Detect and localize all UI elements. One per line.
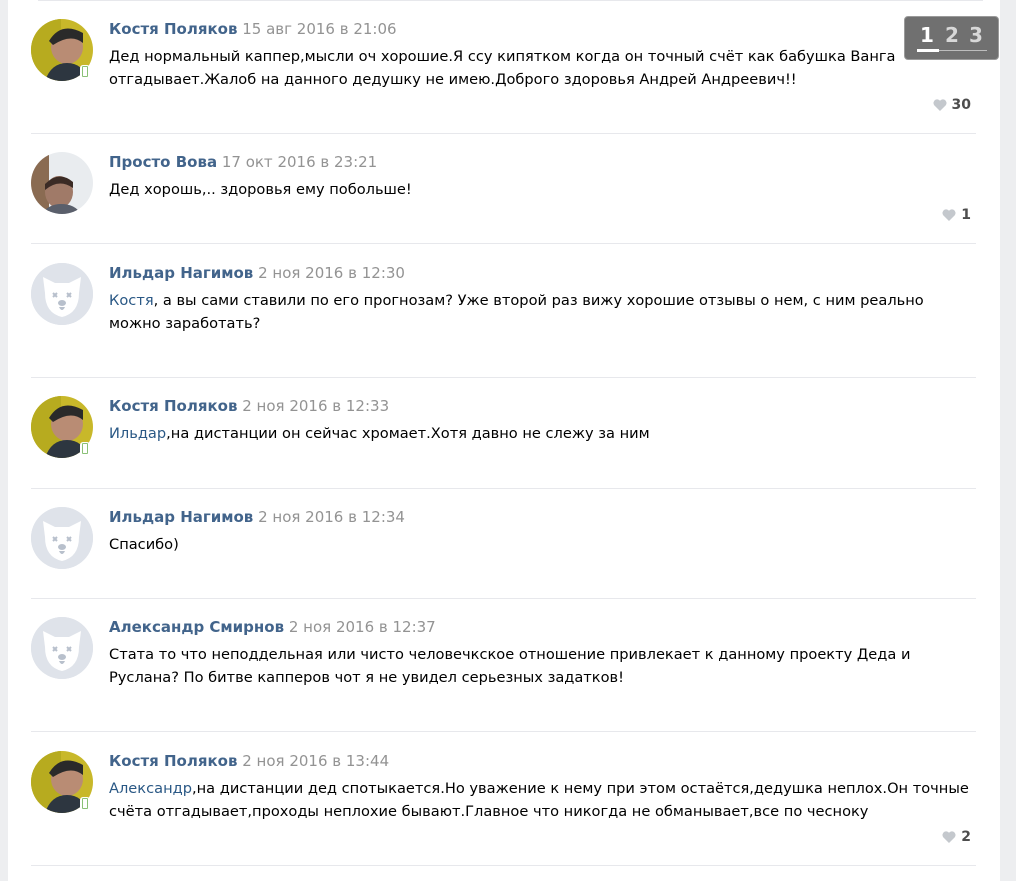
like-button[interactable]: 30 — [932, 97, 971, 113]
comment-date[interactable]: 2 ноя 2016 в 12:37 — [289, 618, 436, 636]
comment-text: Ильдар,на дистанции он сейчас хромает.Хо… — [109, 425, 650, 442]
page-3-link[interactable]: 3 — [969, 23, 983, 47]
page-1-link[interactable]: 1 — [920, 23, 934, 47]
comment-date[interactable]: 2 ноя 2016 в 12:33 — [242, 397, 389, 415]
author-name[interactable]: Ильдар Нагимов — [109, 264, 253, 282]
heart-icon — [942, 831, 956, 843]
like-count: 2 — [961, 829, 971, 845]
comments-panel: Костя Поляков 15 авг 2016 в 21:06 Дед но… — [8, 0, 1000, 881]
comment-text: Костя, а вы сами ставили по его прогноза… — [109, 292, 924, 332]
comment-text: Александр,на дистанции дед спотыкается.Н… — [109, 780, 969, 820]
comment-header: Костя Поляков 2 ноя 2016 в 13:44 — [109, 751, 389, 771]
divider — [31, 865, 976, 866]
comment-text: Спасибо) — [109, 536, 179, 553]
pagination-widget: 1 2 3 — [904, 16, 999, 60]
comment-date[interactable]: 17 окт 2016 в 23:21 — [222, 153, 377, 171]
comment-date[interactable]: 15 авг 2016 в 21:06 — [242, 20, 396, 38]
divider — [38, 0, 983, 1]
like-button[interactable]: 1 — [942, 207, 971, 223]
divider — [31, 488, 976, 489]
deleted-user-dog-icon — [31, 617, 93, 679]
mention-link[interactable]: Александр — [109, 780, 192, 797]
comment-header: Костя Поляков 15 авг 2016 в 21:06 — [109, 19, 397, 39]
comment-header: Просто Вова 17 окт 2016 в 23:21 — [109, 152, 377, 172]
divider — [31, 731, 976, 732]
comment-header: Костя Поляков 2 ноя 2016 в 12:33 — [109, 396, 389, 416]
avatar[interactable] — [31, 263, 93, 325]
like-count: 30 — [951, 97, 971, 113]
divider — [31, 377, 976, 378]
heart-icon — [932, 99, 947, 111]
mobile-online-icon — [80, 65, 90, 79]
comment-header: Александр Смирнов 2 ноя 2016 в 12:37 — [109, 617, 436, 637]
avatar[interactable] — [31, 507, 93, 569]
comment-date[interactable]: 2 ноя 2016 в 13:44 — [242, 752, 389, 770]
mobile-online-icon — [80, 797, 90, 811]
comment-date[interactable]: 2 ноя 2016 в 12:34 — [258, 508, 405, 526]
deleted-user-dog-icon — [31, 507, 93, 569]
avatar[interactable] — [31, 152, 93, 214]
like-count: 1 — [961, 207, 971, 223]
author-name[interactable]: Костя Поляков — [109, 752, 237, 770]
comment-header: Ильдар Нагимов 2 ноя 2016 в 12:34 — [109, 507, 405, 527]
mention-link[interactable]: Ильдар — [109, 425, 166, 442]
heart-icon — [942, 209, 956, 221]
comment-text: Дед нормальный каппер,мысли оч хорошие.Я… — [109, 48, 896, 88]
comment-date[interactable]: 2 ноя 2016 в 12:30 — [258, 264, 405, 282]
like-button[interactable]: 2 — [942, 829, 971, 845]
comment-header: Ильдар Нагимов 2 ноя 2016 в 12:30 — [109, 263, 405, 283]
author-name[interactable]: Александр Смирнов — [109, 618, 284, 636]
deleted-user-dog-icon — [31, 263, 93, 325]
divider — [31, 133, 976, 134]
comment-text: Дед хорошь,.. здоровья ему побольше! — [109, 181, 412, 198]
divider — [31, 598, 976, 599]
avatar[interactable] — [31, 617, 93, 679]
author-name[interactable]: Просто Вова — [109, 153, 217, 171]
divider — [31, 243, 976, 244]
current-page-indicator — [917, 49, 939, 52]
author-name[interactable]: Костя Поляков — [109, 397, 237, 415]
comment-text: Стата то что неподдельная или чисто чело… — [109, 646, 911, 686]
author-name[interactable]: Ильдар Нагимов — [109, 508, 253, 526]
pagination-track — [939, 50, 987, 51]
mention-link[interactable]: Костя — [109, 292, 154, 309]
mobile-online-icon — [80, 442, 90, 456]
author-name[interactable]: Костя Поляков — [109, 20, 237, 38]
page-2-link[interactable]: 2 — [945, 23, 959, 47]
